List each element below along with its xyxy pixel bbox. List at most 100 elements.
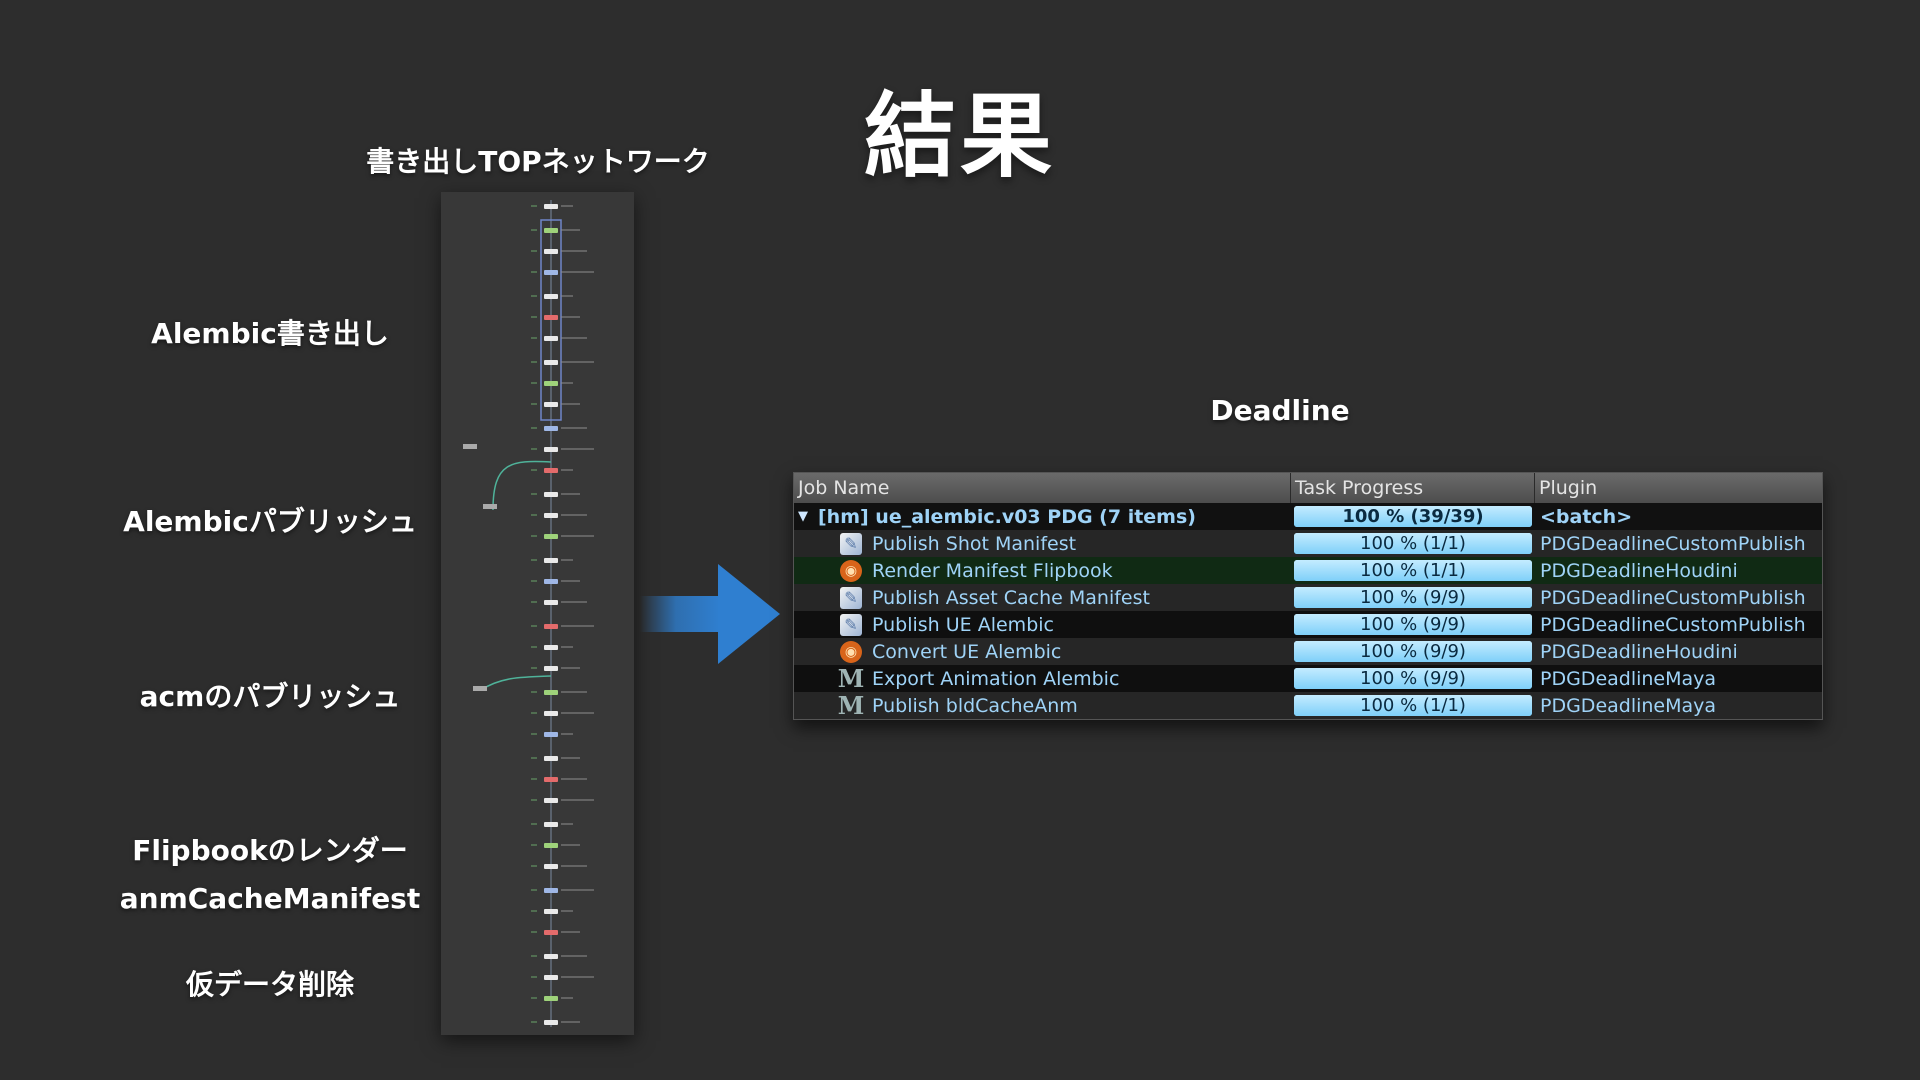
graph-node [544, 864, 558, 869]
slide-title: 結果 [863, 83, 1056, 190]
graph-node [544, 447, 558, 452]
progress-text: 100 % (9/9) [1360, 641, 1466, 662]
graph-node [544, 909, 558, 914]
graph-node [544, 996, 558, 1001]
progress-bar: 100 % (1/1) [1294, 560, 1532, 581]
graph-node [544, 930, 558, 935]
graph-node [544, 426, 558, 431]
column-header-plugin[interactable]: Plugin [1535, 473, 1822, 503]
batch-name: [hm] ue_alembic.v03 PDG (7 items) [818, 505, 1196, 528]
graph-node [544, 381, 558, 386]
graph-node [473, 686, 487, 691]
houdini-icon: ◉ [840, 640, 862, 663]
graph-node [544, 468, 558, 473]
graph-node [463, 444, 477, 449]
plugin-name: PDGDeadlineCustomPublish [1540, 532, 1806, 555]
job-row[interactable]: ✎ Publish Shot Manifest 100 % (1/1) PDGDead… [794, 530, 1822, 557]
graph-node [544, 822, 558, 827]
graph-node [544, 315, 558, 320]
graph-node [483, 504, 497, 509]
job-name: Publish Shot Manifest [872, 532, 1077, 555]
publish-icon: ✎ [840, 532, 862, 555]
maya-icon: M [837, 667, 865, 690]
job-row[interactable]: M Publish bldCacheAnm 100 % (1/1) PDGDeadli… [794, 692, 1822, 719]
graph-node [544, 579, 558, 584]
graph-node [544, 294, 558, 299]
progress-bar: 100 % (9/9) [1294, 668, 1532, 689]
graph-node [544, 228, 558, 233]
graph-node [544, 402, 558, 407]
plugin-name: <batch> [1540, 505, 1633, 528]
job-name: Export Animation Alembic [872, 667, 1120, 690]
graph-node [544, 360, 558, 365]
job-name: Convert UE Alembic [872, 640, 1062, 663]
expand-triangle-icon[interactable]: ▼ [798, 509, 812, 524]
job-row[interactable]: ◉ Convert UE Alembic 100 % (9/9) PDGDeadlin… [794, 638, 1822, 665]
job-name: Publish bldCacheAnm [872, 694, 1078, 717]
progress-text: 100 % (1/1) [1360, 560, 1466, 581]
plugin-name: PDGDeadlineCustomPublish [1540, 613, 1806, 636]
deadline-job-table: Job Name Task Progress Plugin ▼ [hm] ue_… [793, 472, 1823, 720]
progress-bar: 100 % (9/9) [1294, 641, 1532, 662]
side-label-acm-publish: acmのパブリッシュ [139, 680, 401, 713]
plugin-name: PDGDeadlineCustomPublish [1540, 586, 1806, 609]
graph-wire [492, 460, 552, 511]
job-row[interactable]: ◉ Render Manifest Flipbook 100 % (1/1) PDGD… [794, 557, 1822, 584]
side-label-flipbook-render: Flipbookのレンダー [132, 834, 408, 867]
progress-text: 100 % (9/9) [1360, 614, 1466, 635]
arrow-icon [640, 564, 780, 664]
progress-bar: 100 % (1/1) [1294, 533, 1532, 554]
graph-node [544, 888, 558, 893]
graph-node [544, 666, 558, 671]
progress-bar: 100 % (39/39) [1294, 506, 1532, 527]
plugin-name: PDGDeadlineHoudini [1540, 559, 1738, 582]
graph-node [544, 954, 558, 959]
progress-text: 100 % (9/9) [1360, 668, 1466, 689]
graph-node [544, 843, 558, 848]
graph-node [544, 690, 558, 695]
graph-node [544, 624, 558, 629]
graph-node [544, 600, 558, 605]
job-name: Render Manifest Flipbook [872, 559, 1113, 582]
graph-node [544, 777, 558, 782]
progress-bar: 100 % (9/9) [1294, 614, 1532, 635]
graph-node [544, 1020, 558, 1025]
houdini-icon: ◉ [840, 559, 862, 582]
top-network-screenshot [441, 192, 634, 1035]
plugin-name: PDGDeadlineHoudini [1540, 640, 1738, 663]
column-header-job-name[interactable]: Job Name [794, 473, 1291, 503]
network-label: 書き出しTOPネットワーク [366, 145, 710, 178]
side-label-anm-cache-manifest: anmCacheManifest [119, 882, 421, 915]
graph-node [544, 492, 558, 497]
batch-row[interactable]: ▼ [hm] ue_alembic.v03 PDG (7 items) 100 … [794, 503, 1822, 530]
graph-node [544, 558, 558, 563]
job-row[interactable]: M Export Animation Alembic 100 % (9/9) PDGD… [794, 665, 1822, 692]
publish-icon: ✎ [840, 586, 862, 609]
graph-node [544, 732, 558, 737]
plugin-name: PDGDeadlineMaya [1540, 667, 1717, 690]
graph-node [544, 204, 558, 209]
progress-text: 100 % (1/1) [1360, 533, 1466, 554]
job-name: Publish UE Alembic [872, 613, 1054, 636]
side-label-alembic-publish: Alembicパブリッシュ [123, 505, 417, 538]
graph-node [544, 534, 558, 539]
graph-node [544, 711, 558, 716]
column-header-task-progress[interactable]: Task Progress [1291, 473, 1535, 503]
job-row[interactable]: ✎ Publish UE Alembic 100 % (9/9) PDGDeadlin… [794, 611, 1822, 638]
progress-text: 100 % (39/39) [1342, 506, 1484, 527]
plugin-name: PDGDeadlineMaya [1540, 694, 1717, 717]
job-row[interactable]: ✎ Publish Asset Cache Manifest 100 % (9/9)… [794, 584, 1822, 611]
progress-bar: 100 % (9/9) [1294, 587, 1532, 608]
graph-wire [480, 675, 552, 691]
progress-text: 100 % (9/9) [1360, 587, 1466, 608]
job-name: Publish Asset Cache Manifest [872, 586, 1150, 609]
deadline-label: Deadline [1210, 394, 1350, 427]
graph-node [544, 270, 558, 275]
graph-node [544, 975, 558, 980]
graph-node [544, 249, 558, 254]
progress-text: 100 % (1/1) [1360, 695, 1466, 716]
graph-node [544, 645, 558, 650]
graph-node [544, 513, 558, 518]
publish-icon: ✎ [840, 613, 862, 636]
table-header: Job Name Task Progress Plugin [794, 473, 1822, 503]
